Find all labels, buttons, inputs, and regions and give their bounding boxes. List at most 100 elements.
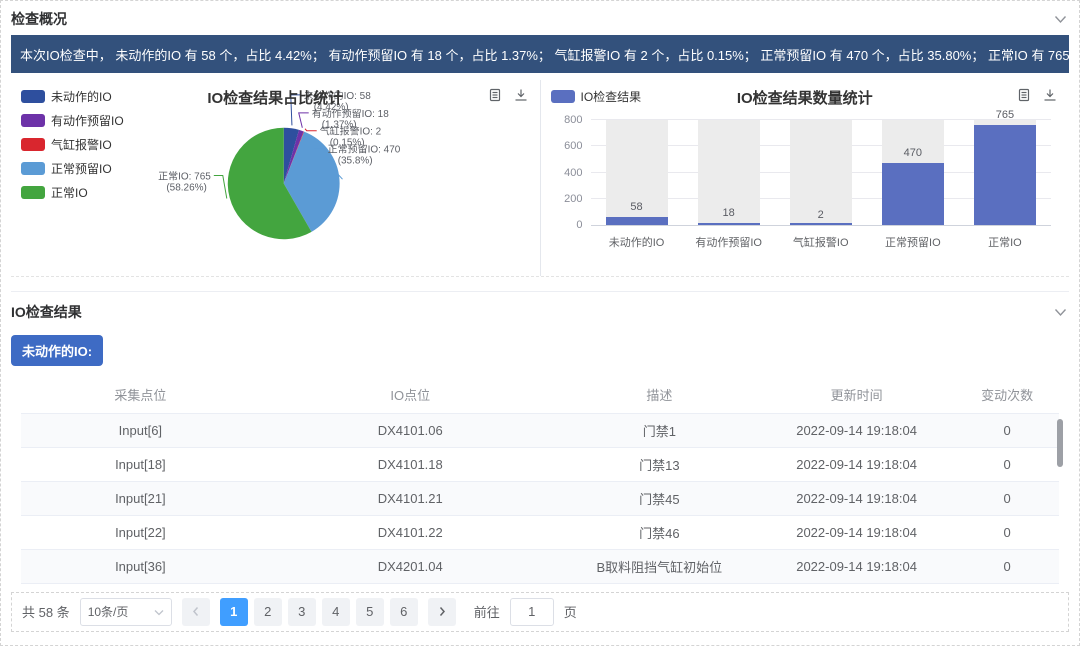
bar-正常预留IO[interactable] (882, 163, 944, 225)
pie-chart-toolbox (488, 88, 528, 102)
legend-item-label: 正常IO (51, 184, 88, 201)
total-count-label: 共 58 条 (22, 602, 70, 621)
bar-chart-toolbox (1017, 88, 1057, 102)
page-button-5[interactable]: 5 (356, 598, 384, 626)
page-button-4[interactable]: 4 (322, 598, 350, 626)
table-cell: 0 (955, 515, 1059, 549)
table-head: 采集点位IO点位描述更新时间变动次数 (21, 377, 1059, 413)
table-cell: 0 (955, 481, 1059, 515)
pie-label-percent: (58.26%) (166, 182, 206, 193)
table-cell: Input[21] (21, 481, 260, 515)
bar-正常IO[interactable] (974, 125, 1036, 225)
table-cell: DX4101.21 (260, 481, 561, 515)
table-cell: 2022-09-14 19:18:04 (758, 515, 955, 549)
table-cell: Input[18] (21, 447, 260, 481)
table-body: Input[6]DX4101.06门禁12022-09-14 19:18:040… (21, 413, 1059, 583)
pie-label: 气缸报警IO: 2 (320, 125, 382, 138)
data-view-icon[interactable] (1017, 88, 1031, 102)
table-cell: 门禁1 (561, 413, 758, 447)
pie-label-line (291, 95, 301, 125)
table-cell: B取料阻挡气缸初始位 (561, 549, 758, 583)
legend-item-label: 未动作的IO (51, 88, 112, 105)
legend-item-正常IO[interactable]: 正常IO (21, 184, 124, 201)
bar-value-label: 2 (775, 209, 867, 221)
y-axis-tick-label: 600 (564, 140, 582, 152)
table-header-row: 采集点位IO点位描述更新时间变动次数 (21, 377, 1059, 413)
bar-plot-area: 020040060080058未动作的IO18有动作预留IO2气缸报警IO470… (591, 120, 1052, 226)
results-collapse-chevron-icon[interactable] (1052, 308, 1069, 317)
bar-column-气缸报警IO: 2气缸报警IO (775, 120, 867, 225)
bar-value-label: 18 (683, 207, 775, 219)
pie-label-line (299, 113, 309, 128)
table-cell: 2022-09-14 19:18:04 (758, 413, 955, 447)
table-cell: 门禁45 (561, 481, 758, 515)
bar-value-label: 765 (959, 109, 1051, 121)
bar-chart-panel: IO检查结果 IO检查结果数量统计 (541, 80, 1070, 276)
next-page-button[interactable] (428, 598, 456, 626)
goto-label: 前往 (474, 602, 500, 621)
bar-columns: 58未动作的IO18有动作预留IO2气缸报警IO470正常预留IO765正常IO (591, 120, 1052, 225)
legend-swatch-icon (21, 114, 45, 127)
summary-banner: 本次IO检查中， 未动作的IO 有 58 个，占比 4.42%； 有动作预留IO… (11, 35, 1069, 73)
bar-有动作预留IO[interactable] (698, 223, 760, 225)
download-icon[interactable] (514, 88, 528, 102)
page-button-6[interactable]: 6 (390, 598, 418, 626)
overview-title: 检查概况 (11, 9, 67, 29)
table-cell: DX4101.22 (260, 515, 561, 549)
results-header: IO检查结果 (11, 296, 1069, 328)
pie-label-line (214, 176, 227, 199)
bar-legend[interactable]: IO检查结果 (551, 88, 642, 105)
table-cell: 0 (955, 447, 1059, 481)
page-button-2[interactable]: 2 (254, 598, 282, 626)
legend-swatch-icon (21, 162, 45, 175)
table-cell: 2022-09-14 19:18:04 (758, 447, 955, 481)
legend-swatch-icon (21, 90, 45, 103)
overview-header: 检查概况 (11, 3, 1069, 35)
bar-legend-label: IO检查结果 (581, 88, 642, 105)
x-axis-label: 正常IO (947, 234, 1063, 250)
pie-legend: 未动作的IO 有动作预留IO 气缸报警IO 正常预留IO 正常IO (21, 88, 124, 201)
download-icon[interactable] (1043, 88, 1057, 102)
legend-swatch-icon (21, 186, 45, 199)
legend-item-正常预留IO[interactable]: 正常预留IO (21, 160, 124, 177)
filter-chip[interactable]: 未动作的IO: (11, 335, 103, 366)
table-row: Input[21]DX4101.21门禁452022-09-14 19:18:0… (21, 481, 1059, 515)
goto-page-input[interactable] (510, 598, 554, 626)
page-unit-label: 页 (564, 602, 577, 621)
table-cell: DX4201.04 (260, 549, 561, 583)
table-row: Input[6]DX4101.06门禁12022-09-14 19:18:040 (21, 413, 1059, 447)
table-row: Input[22]DX4101.22门禁462022-09-14 19:18:0… (21, 515, 1059, 549)
bar-legend-swatch-icon (551, 90, 575, 103)
results-table-wrap: 采集点位IO点位描述更新时间变动次数 Input[6]DX4101.06门禁12… (21, 377, 1059, 584)
bar-column-未动作的IO: 58未动作的IO (591, 120, 683, 225)
table-cell: 0 (955, 549, 1059, 583)
legend-item-气缸报警IO[interactable]: 气缸报警IO (21, 136, 124, 153)
prev-page-button[interactable] (182, 598, 210, 626)
legend-item-未动作的IO[interactable]: 未动作的IO (21, 88, 124, 105)
bar-value-label: 470 (867, 147, 959, 159)
column-header-描述: 描述 (561, 377, 758, 413)
page-button-3[interactable]: 3 (288, 598, 316, 626)
vertical-scrollbar-thumb[interactable] (1057, 419, 1063, 467)
column-header-变动次数: 变动次数 (955, 377, 1059, 413)
pie-label: 正常预留IO: 470 (328, 143, 401, 156)
legend-item-有动作预留IO[interactable]: 有动作预留IO (21, 112, 124, 129)
overview-collapse-chevron-icon[interactable] (1052, 15, 1069, 24)
bar-未动作的IO[interactable] (606, 217, 668, 225)
y-axis-tick-label: 400 (564, 167, 582, 179)
legend-item-label: 气缸报警IO (51, 136, 112, 153)
table-cell: Input[36] (21, 549, 260, 583)
page-size-select[interactable]: 10条/页 (80, 598, 172, 626)
results-title: IO检查结果 (11, 302, 82, 322)
pagination-bar: 共 58 条 10条/页 123456 前往 页 (11, 592, 1069, 632)
io-inspection-page: 检查概况 本次IO检查中， 未动作的IO 有 58 个，占比 4.42%； 有动… (0, 0, 1080, 646)
table-cell: 0 (955, 413, 1059, 447)
pie-label-percent: (35.8%) (338, 156, 373, 167)
y-axis-tick-label: 200 (564, 193, 582, 205)
bar-column-正常IO: 765正常IO (959, 120, 1051, 225)
column-header-更新时间: 更新时间 (758, 377, 955, 413)
page-button-1[interactable]: 1 (220, 598, 248, 626)
select-arrow-icon (154, 605, 164, 619)
bar-气缸报警IO[interactable] (790, 223, 852, 225)
data-view-icon[interactable] (488, 88, 502, 102)
